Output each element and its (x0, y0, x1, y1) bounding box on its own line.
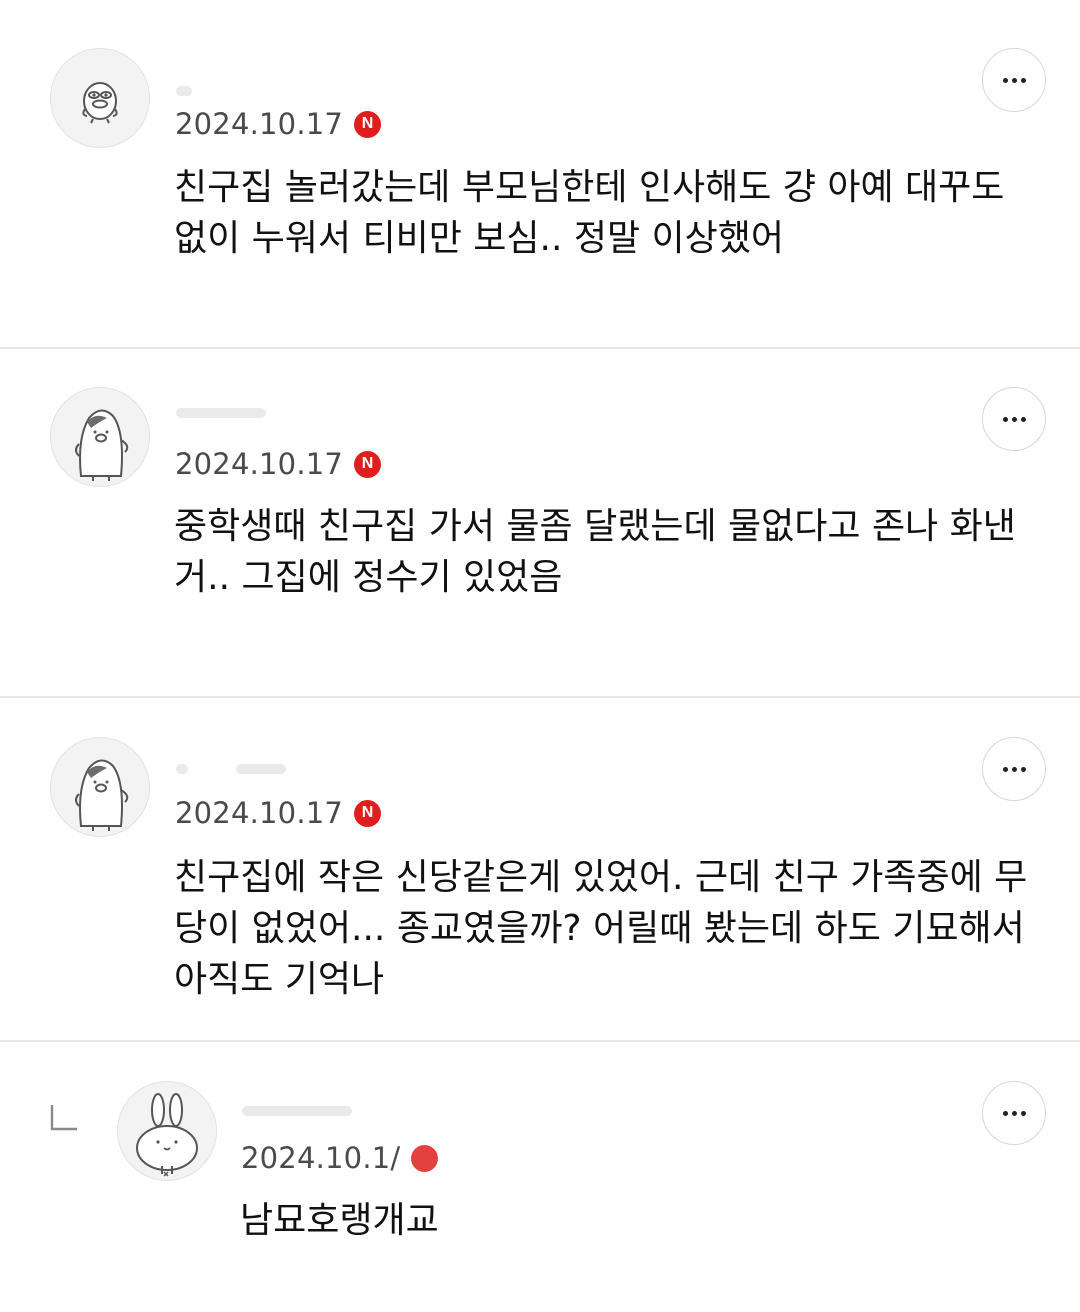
user-avatar[interactable] (50, 387, 150, 487)
comment-date: 2024.10.17 (175, 796, 344, 830)
reply-arrow-icon (50, 1105, 77, 1131)
comment-meta: 2024.10.17 N (175, 793, 382, 833)
more-options-icon (1002, 1110, 1026, 1116)
new-badge-icon (411, 1144, 439, 1172)
comment-text: 중학생때 친구집 가서 물좀 달랬는데 물없다고 존나 화낸 거.. 그집에 정… (174, 506, 1016, 598)
comment-text: 친구집에 작은 신당같은게 있었어. 근데 친구 가족중에 무 당이 없었어..… (174, 857, 1028, 1000)
user-avatar[interactable] (50, 737, 150, 837)
more-options-icon (1002, 766, 1026, 772)
new-badge-icon: N (354, 110, 382, 138)
comment-date: 2024.10.17 (175, 107, 344, 141)
more-options-icon (1002, 416, 1026, 422)
duck-character-icon (82, 82, 118, 124)
more-options-button[interactable] (982, 48, 1046, 112)
username-blurred (176, 756, 286, 782)
divider (0, 696, 1080, 698)
new-badge-icon: N (354, 450, 382, 478)
comment-date: 2024.10.17 (175, 447, 344, 481)
comment-meta: 2024.10.17 N (175, 104, 382, 144)
more-options-button[interactable] (982, 737, 1046, 801)
penguin-pig-character-icon (75, 759, 129, 831)
more-options-button[interactable] (982, 1081, 1046, 1145)
username-blurred (176, 400, 286, 426)
comment-text: 친구집 놀러갔는데 부모님한테 인사해도 걍 아예 대꾸도 없이 누워서 티비만… (174, 167, 1005, 259)
new-badge-icon: N (354, 799, 382, 827)
penguin-pig-character-icon (75, 409, 129, 481)
comment-meta: 2024.10.1/ (241, 1138, 439, 1178)
comment-text: 남묘호랭개교 (240, 1200, 439, 1241)
username-blurred (242, 1098, 352, 1124)
divider (0, 1040, 1080, 1042)
user-avatar[interactable] (117, 1081, 217, 1181)
more-options-icon (1002, 77, 1026, 83)
divider (0, 347, 1080, 349)
user-avatar[interactable] (50, 48, 150, 148)
username-blurred (176, 78, 286, 104)
bunny-character-icon (136, 1093, 198, 1177)
comment-date: 2024.10.1/ (241, 1141, 401, 1175)
more-options-button[interactable] (982, 387, 1046, 451)
comment-meta: 2024.10.17 N (175, 444, 382, 484)
